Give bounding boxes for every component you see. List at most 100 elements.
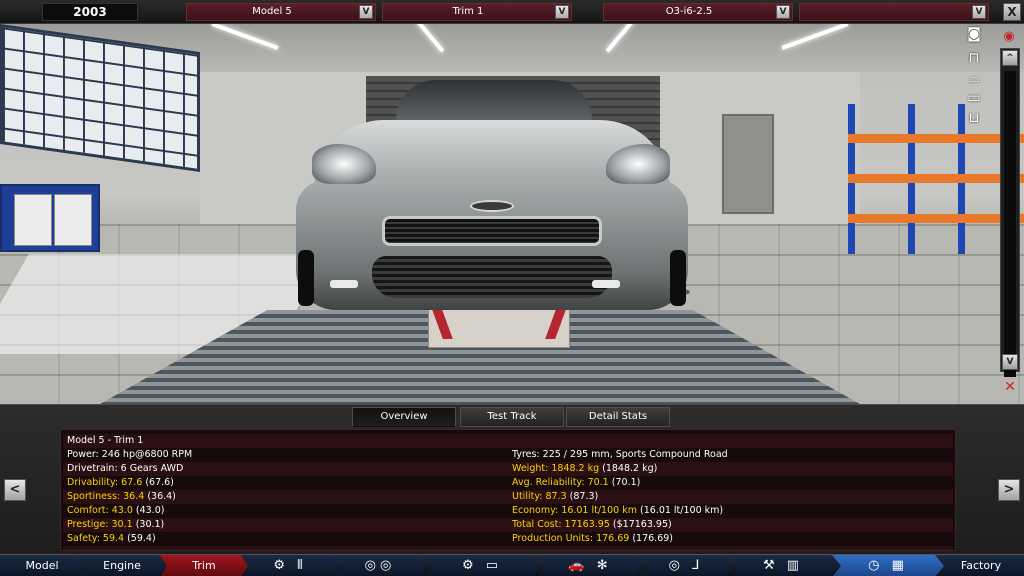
- nav-wheels[interactable]: ◎◎: [332, 555, 428, 576]
- stat-drivability: Drivability: 67.6 (67.6): [67, 476, 174, 490]
- car-side-icon[interactable]: ⌓: [958, 70, 990, 86]
- stat-weight-base: (1848.2 kg): [602, 463, 658, 474]
- stat-production-units-base: (176.69): [632, 533, 673, 544]
- scroll-track[interactable]: [1004, 71, 1016, 377]
- stats-overview: Model 5 - Trim 1 Power: 246 hp@6800 RPM …: [60, 429, 956, 551]
- stats-tabs: Overview Test Track Detail Stats: [352, 407, 672, 427]
- engine-dropdown[interactable]: O3-i6-2.5 V: [603, 3, 793, 21]
- stat-comfort-value: Comfort: 43.0: [67, 505, 136, 516]
- car-designer-app: 2003 Model 5 V Trim 1 V O3-i6-2.5 V V X: [0, 0, 1024, 576]
- wheel: [298, 250, 314, 306]
- stat-reliability: Avg. Reliability: 70.1 (70.1): [512, 476, 640, 490]
- car-top-icon[interactable]: ▭: [958, 90, 990, 106]
- air-intake: [372, 256, 612, 298]
- camera-view-icons: ◙ ⊓ ⌓ ▭ ⊔: [958, 26, 998, 136]
- chevron-down-icon[interactable]: V: [359, 5, 373, 19]
- trim-dropdown[interactable]: Trim 1 V: [382, 3, 572, 21]
- nav-interior[interactable]: ◎ ⅃: [638, 555, 734, 576]
- car-rear-icon[interactable]: ⊔: [958, 110, 990, 126]
- nav-model[interactable]: Model: [0, 555, 84, 576]
- fog-light: [330, 280, 358, 288]
- scroll-down-button[interactable]: V: [1002, 354, 1018, 370]
- tab-detail-stats[interactable]: Detail Stats: [566, 407, 670, 427]
- tab-overview[interactable]: Overview: [352, 407, 456, 427]
- model-dropdown[interactable]: Model 5 V: [186, 3, 376, 21]
- stat-sportiness-base: (36.4): [147, 491, 176, 502]
- year-field[interactable]: 2003: [42, 3, 138, 21]
- scroll-up-button[interactable]: ^: [1002, 50, 1018, 66]
- stat-comfort-base: (43.0): [135, 505, 165, 516]
- next-arrow-button[interactable]: >: [998, 479, 1020, 501]
- stat-tyres: Tyres: 225 / 295 mm, Sports Compound Roa…: [512, 448, 728, 462]
- stats-row-bg: [63, 546, 953, 550]
- stat-economy-value: Economy: 16.01 lt/100 km: [512, 505, 640, 516]
- car-preview-viewport[interactable]: ◙ ⊓ ⌓ ▭ ⊔: [0, 24, 1024, 404]
- car-model: [296, 80, 688, 312]
- chevron-down-icon[interactable]: V: [555, 5, 569, 19]
- car-front-icon[interactable]: ⊓: [958, 50, 990, 66]
- stats-row-bg: [63, 518, 953, 532]
- stat-reliability-value: Avg. Reliability: 70.1: [512, 477, 612, 488]
- camera-off-icon[interactable]: ✕: [1001, 378, 1019, 396]
- stat-comfort: Comfort: 43.0 (43.0): [67, 504, 164, 518]
- zoom-scrollbar[interactable]: ^ V: [1000, 48, 1020, 377]
- chevron-down-icon[interactable]: V: [972, 5, 986, 19]
- stat-total-cost-value: Total Cost: 17163.95: [512, 519, 613, 530]
- stats-title: Model 5 - Trim 1: [67, 435, 144, 446]
- stat-total-cost-base: ($17163.95): [612, 519, 672, 530]
- nav-test-drive[interactable]: ◷ ▦: [832, 555, 944, 576]
- steering-seat-icon: ◎ ⅃: [668, 558, 704, 573]
- stat-safety: Safety: 59.4 (59.4): [67, 532, 156, 546]
- chevron-down-icon[interactable]: V: [776, 5, 790, 19]
- stat-power-value: Power: 246 hp@6800 RPM: [67, 449, 193, 460]
- close-button[interactable]: X: [1003, 3, 1021, 21]
- stats-row-bg: [63, 490, 953, 504]
- body-icon: ⚙ ▭: [461, 558, 503, 573]
- stat-production-units-value: Production Units: 176.69: [512, 533, 633, 544]
- nav-chassis-gearbox[interactable]: ⚙ ⫴: [242, 555, 338, 576]
- cabinet: [0, 184, 100, 252]
- nav-trim[interactable]: Trim: [160, 555, 248, 576]
- stat-drivetrain-value: Drivetrain: 6 Gears AWD: [67, 463, 184, 474]
- nav-engine[interactable]: Engine: [78, 555, 166, 576]
- tab-test-track[interactable]: Test Track: [460, 407, 564, 427]
- eye-icon[interactable]: ◉: [998, 30, 1020, 44]
- cabinet-door: [14, 194, 52, 246]
- car-badge: [470, 200, 514, 212]
- shelf-beam: [848, 214, 1024, 223]
- stat-prestige-base: (30.1): [135, 519, 165, 530]
- stat-power: Power: 246 hp@6800 RPM: [67, 448, 192, 462]
- suspension-icon: ⚒ ▥: [762, 558, 804, 573]
- stat-utility-value: Utility: 87.3: [512, 491, 570, 502]
- nav-factory[interactable]: Factory: [938, 555, 1024, 576]
- nav-body[interactable]: ⚙ ▭: [422, 555, 542, 576]
- stat-weight: Weight: 1848.2 kg (1848.2 kg): [512, 462, 657, 476]
- stat-prestige-value: Prestige: 30.1: [67, 519, 136, 530]
- fog-light: [592, 280, 620, 288]
- nav-suspension[interactable]: ⚒ ▥: [728, 555, 838, 576]
- stat-production-units: Production Units: 176.69 (176.69): [512, 532, 673, 546]
- camera-icon[interactable]: ◙: [958, 26, 990, 42]
- nav-body-fan[interactable]: 🚗 ✻: [536, 555, 644, 576]
- stat-prestige: Prestige: 30.1 (30.1): [67, 518, 164, 532]
- stat-utility: Utility: 87.3 (87.3): [512, 490, 598, 504]
- side-door: [722, 114, 774, 214]
- car-lift: [428, 306, 570, 348]
- engine-dropdown-label: O3-i6-2.5: [665, 6, 713, 17]
- stat-sportiness: Sportiness: 36.4 (36.4): [67, 490, 176, 504]
- stat-utility-base: (87.3): [569, 491, 599, 502]
- previous-arrow-button[interactable]: <: [4, 479, 26, 501]
- variant-dropdown[interactable]: V: [799, 3, 989, 21]
- stat-total-cost: Total Cost: 17163.95 ($17163.95): [512, 518, 672, 532]
- stat-economy-base: (16.01 lt/100 km): [640, 505, 724, 516]
- stat-economy: Economy: 16.01 lt/100 km (16.01 lt/100 k…: [512, 504, 723, 518]
- stat-drivability-value: Drivability: 67.6: [67, 477, 146, 488]
- chassis-gearbox-icon: ⚙ ⫴: [273, 558, 307, 573]
- car-grille: [382, 216, 602, 246]
- model-dropdown-label: Model 5: [252, 6, 292, 17]
- stat-safety-base: (59.4): [127, 533, 156, 544]
- gauge-flag-icon: ◷ ▦: [868, 558, 908, 573]
- stats-row-bg: [63, 434, 953, 448]
- car-fan-icon: 🚗 ✻: [568, 558, 612, 573]
- stats-panel: Overview Test Track Detail Stats < > Mod…: [0, 404, 1024, 554]
